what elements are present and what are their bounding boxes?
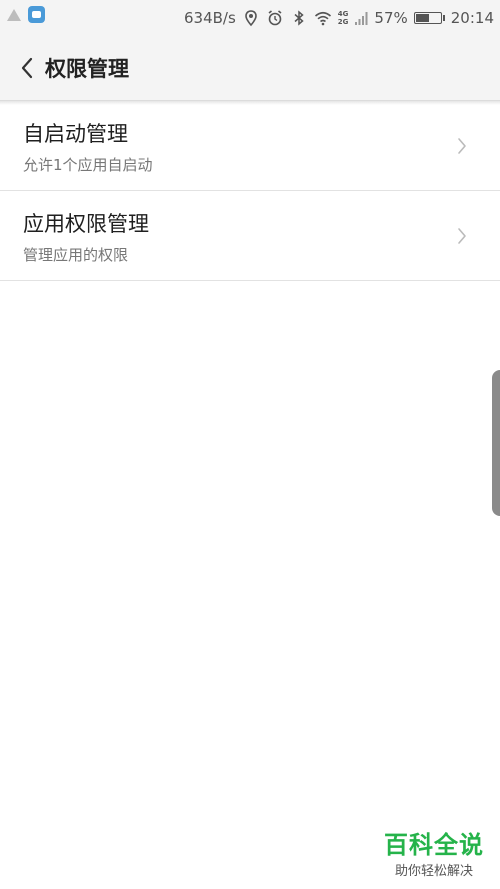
item-subtitle: 允许1个应用自启动 — [23, 156, 153, 174]
chevron-right-icon — [458, 138, 466, 154]
warning-icon — [7, 8, 21, 21]
net-4g-label: 4G — [337, 10, 349, 18]
battery-icon — [413, 12, 445, 24]
alarm-icon — [268, 10, 282, 26]
status-right: 634B/s 4G 2G 57% 20:14 — [184, 0, 494, 36]
watermark-logo: 百科全说 助你轻松解决 — [384, 825, 484, 879]
watermark-title: 百科全说 — [384, 831, 484, 859]
wifi-icon — [314, 11, 331, 26]
location-icon — [244, 10, 257, 27]
page-title: 权限管理 — [45, 57, 129, 81]
chevron-left-icon — [21, 57, 33, 79]
chevron-right-icon — [458, 228, 466, 244]
network-type: 4G 2G — [338, 10, 349, 26]
app-header: 权限管理 — [0, 36, 500, 101]
item-title: 应用权限管理 — [23, 212, 149, 236]
settings-list: 自启动管理 允许1个应用自启动 应用权限管理 管理应用的权限 — [0, 101, 500, 281]
item-subtitle: 管理应用的权限 — [23, 246, 129, 264]
scroll-handle[interactable] — [492, 370, 500, 516]
net-2g-label: 2G — [337, 18, 349, 26]
bluetooth-icon — [294, 10, 304, 26]
item-title: 自启动管理 — [23, 122, 128, 146]
list-item-app-permissions[interactable]: 应用权限管理 管理应用的权限 — [0, 191, 500, 281]
network-speed: 634B/s — [184, 9, 236, 27]
app-notification-icon — [28, 6, 45, 23]
battery-percent: 57% — [374, 9, 408, 27]
status-left — [6, 6, 45, 23]
status-bar: 634B/s 4G 2G 57% 20:14 — [0, 0, 500, 36]
clock: 20:14 — [450, 9, 494, 27]
signal-icon — [355, 12, 368, 25]
back-button[interactable] — [14, 54, 40, 82]
list-item-autostart[interactable]: 自启动管理 允许1个应用自启动 — [0, 101, 500, 191]
watermark-subtitle: 助你轻松解决 — [394, 864, 473, 879]
